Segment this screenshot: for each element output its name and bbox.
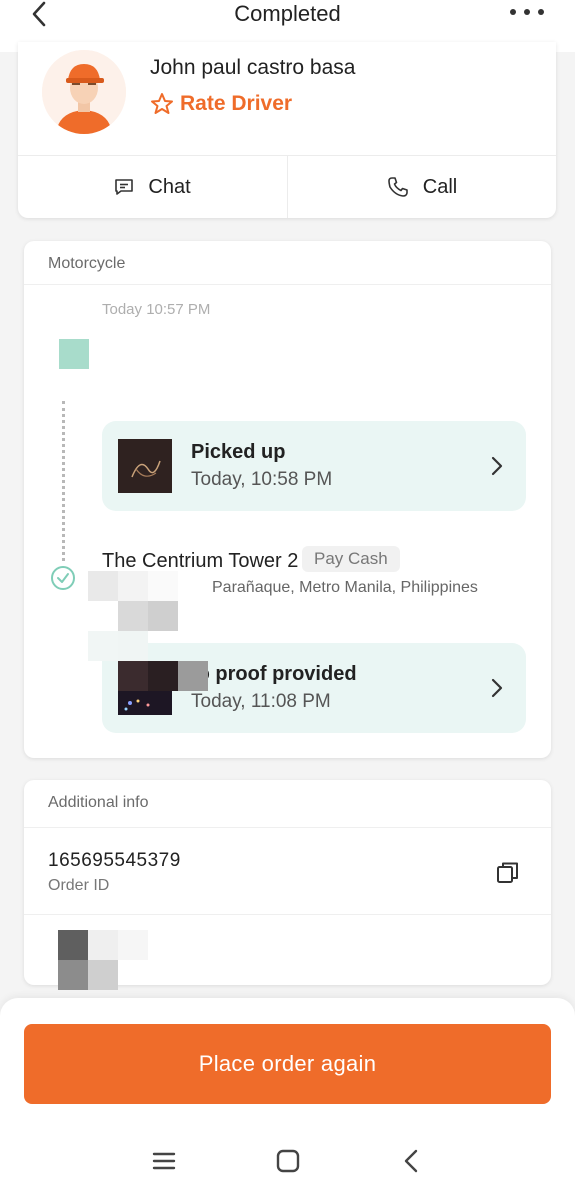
delivered-title: to proof provided [191,663,357,685]
pickup-photo-thumbnail[interactable] [118,439,172,493]
chat-button[interactable]: Chat [18,156,287,218]
system-back-icon[interactable] [396,1146,428,1176]
driver-avatar-illustration [42,50,126,134]
recent-apps-icon[interactable] [148,1146,180,1176]
divider [24,827,551,828]
privacy-mosaic [58,930,148,990]
more-dots-icon[interactable] [507,2,547,22]
chevron-right-icon [491,456,503,476]
home-icon[interactable] [272,1146,304,1176]
chevron-right-icon [491,678,503,698]
driver-card: John paul castro basa Rate Driver Chat C… [18,42,556,218]
route-card: Motorcycle Today 10:57 PM Picked up Toda… [24,241,551,758]
rate-driver-button[interactable]: Rate Driver [150,92,292,116]
pickup-marker [59,339,89,369]
driver-avatar [42,50,126,134]
chat-bubble-icon [115,179,134,195]
picked-up-status[interactable]: Picked up Today, 10:58 PM [102,421,526,511]
dropoff-name: The Centrium Tower 2 [102,550,299,572]
dropoff-check-icon [51,566,75,590]
route-line [62,401,65,561]
picked-up-title: Picked up [191,441,286,463]
divider [24,914,551,915]
call-button[interactable]: Call [287,156,556,218]
star-icon [151,93,173,114]
additional-info-label: Additional info [48,794,149,811]
pickup-time-faded: Today 10:57 PM [102,301,211,318]
vehicle-type-label: Motorcycle [48,255,126,272]
payment-badge: Pay Cash [302,546,400,572]
order-id-value: 165695545379 [48,850,181,871]
phone-icon [387,177,408,197]
place-order-again-button[interactable]: Place order again [24,1024,551,1104]
picked-up-time: Today, 10:58 PM [191,469,333,490]
additional-info-card: Additional info 165695545379 Order ID [24,780,551,990]
delivered-time: Today, 11:08 PM [191,691,331,712]
divider [24,284,551,285]
rate-driver-label: Rate Driver [180,92,293,115]
dropoff-address-text: Parañaque, Metro Manila, Philippines [212,579,478,596]
page-title: Completed [234,1,341,26]
call-label: Call [422,175,458,198]
copy-icon[interactable] [495,860,521,886]
privacy-mosaic [88,571,208,691]
order-id-label: Order ID [48,877,110,894]
chat-label: Chat [148,175,191,198]
driver-name: John paul castro basa [150,56,356,79]
